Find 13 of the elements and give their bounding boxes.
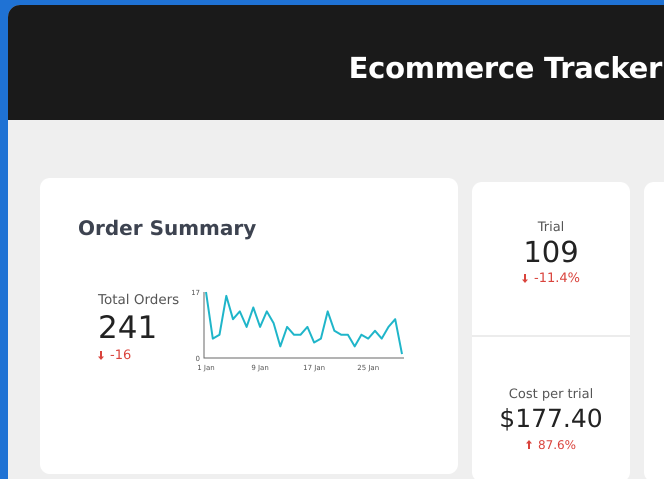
change-value: 87.6% [538, 438, 576, 452]
change-value: -11.4% [534, 271, 580, 286]
kpi-label: Cost per trial [508, 386, 594, 402]
card-title: Order Summary [78, 216, 258, 240]
arrow-up-icon [526, 440, 532, 450]
dashboard-title: Ecommerce Tracker [348, 50, 662, 84]
kpi-label: Trial [538, 220, 564, 235]
change-value: -16 [110, 348, 132, 363]
arrow-down-icon [522, 274, 528, 283]
kpi-value: $177.40 [499, 402, 603, 435]
arrow-down-icon [98, 351, 104, 360]
metric-value: 241 [98, 310, 158, 346]
kpi-value: 109 [523, 235, 579, 269]
